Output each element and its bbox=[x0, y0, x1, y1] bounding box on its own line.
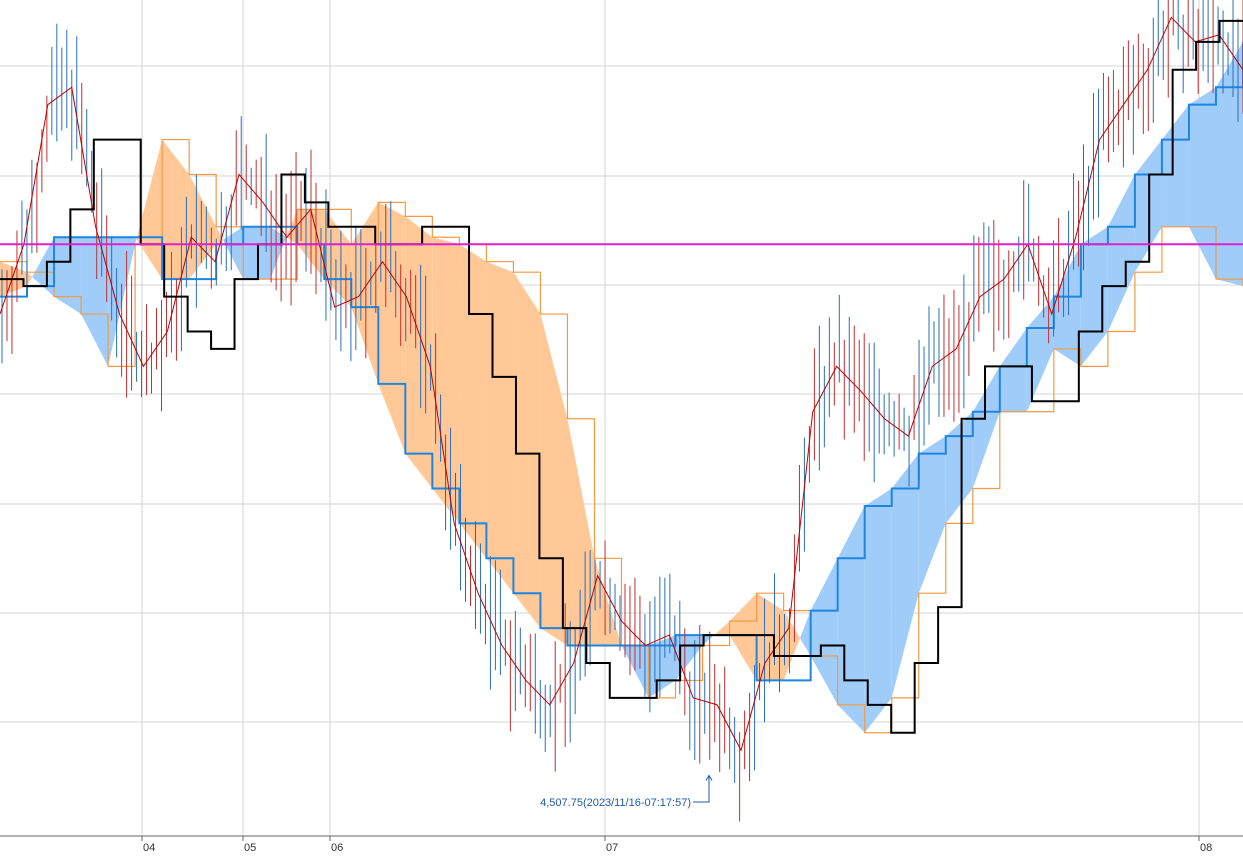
x-tick-label-08: 08 bbox=[1200, 842, 1212, 854]
bear-kumo-segment bbox=[648, 635, 676, 698]
low-annotation: 4,507.75(2023/11/16-07:17:57) bbox=[540, 774, 713, 809]
x-tick-label-05: 05 bbox=[244, 842, 256, 854]
bear-kumo-segment bbox=[999, 328, 1027, 412]
bear-kumo-segment bbox=[32, 237, 55, 297]
bull-kumo-segment bbox=[378, 202, 406, 454]
chart-grid bbox=[0, 0, 1243, 836]
bear-kumo-segment bbox=[800, 610, 811, 656]
bull-kumo-segment bbox=[513, 272, 541, 629]
bear-kumo-segment bbox=[1161, 104, 1189, 227]
x-axis-ticks: 04 05 06 07 08 bbox=[141, 836, 1212, 854]
bull-kumo-segment bbox=[729, 593, 757, 681]
x-tick-label-07: 07 bbox=[606, 842, 618, 854]
bear-kumo-segment bbox=[837, 505, 865, 733]
bear-kumo-segment bbox=[945, 411, 973, 524]
bear-kumo-segment bbox=[918, 436, 946, 594]
bear-kumo-segment bbox=[135, 237, 137, 245]
bull-kumo-segment bbox=[459, 244, 487, 559]
bear-kumo-segment bbox=[1107, 174, 1135, 332]
x-tick-label-06: 06 bbox=[331, 842, 343, 854]
bear-kumo-segment bbox=[54, 237, 82, 315]
bear-kumo-segment bbox=[891, 453, 919, 698]
kumo-cloud bbox=[0, 41, 1243, 734]
ichimoku-chart: 04 05 06 07 08 4,507.75(2023/11/16-07:17:57) bbox=[0, 0, 1243, 854]
bear-kumo-segment bbox=[1080, 226, 1108, 367]
bull-kumo-segment bbox=[27, 272, 33, 287]
low-annotation-text: 4,507.75(2023/11/16-07:17:57) bbox=[540, 797, 691, 809]
bull-kumo-segment bbox=[594, 558, 622, 646]
bull-kumo-segment bbox=[405, 216, 433, 489]
bear-kumo-segment bbox=[810, 558, 838, 705]
bear-kumo-segment bbox=[972, 366, 1000, 489]
bull-kumo-segment bbox=[162, 139, 190, 280]
bull-kumo-segment bbox=[714, 621, 730, 636]
x-tick-label-04: 04 bbox=[143, 842, 155, 854]
bear-kumo-segment bbox=[270, 226, 287, 280]
bull-kumo-segment bbox=[486, 261, 514, 594]
bull-kumo-segment bbox=[783, 610, 801, 681]
bear-kumo-segment bbox=[1215, 41, 1243, 287]
bull-kumo-segment bbox=[189, 174, 217, 280]
bear-kumo-segment bbox=[1188, 87, 1216, 280]
